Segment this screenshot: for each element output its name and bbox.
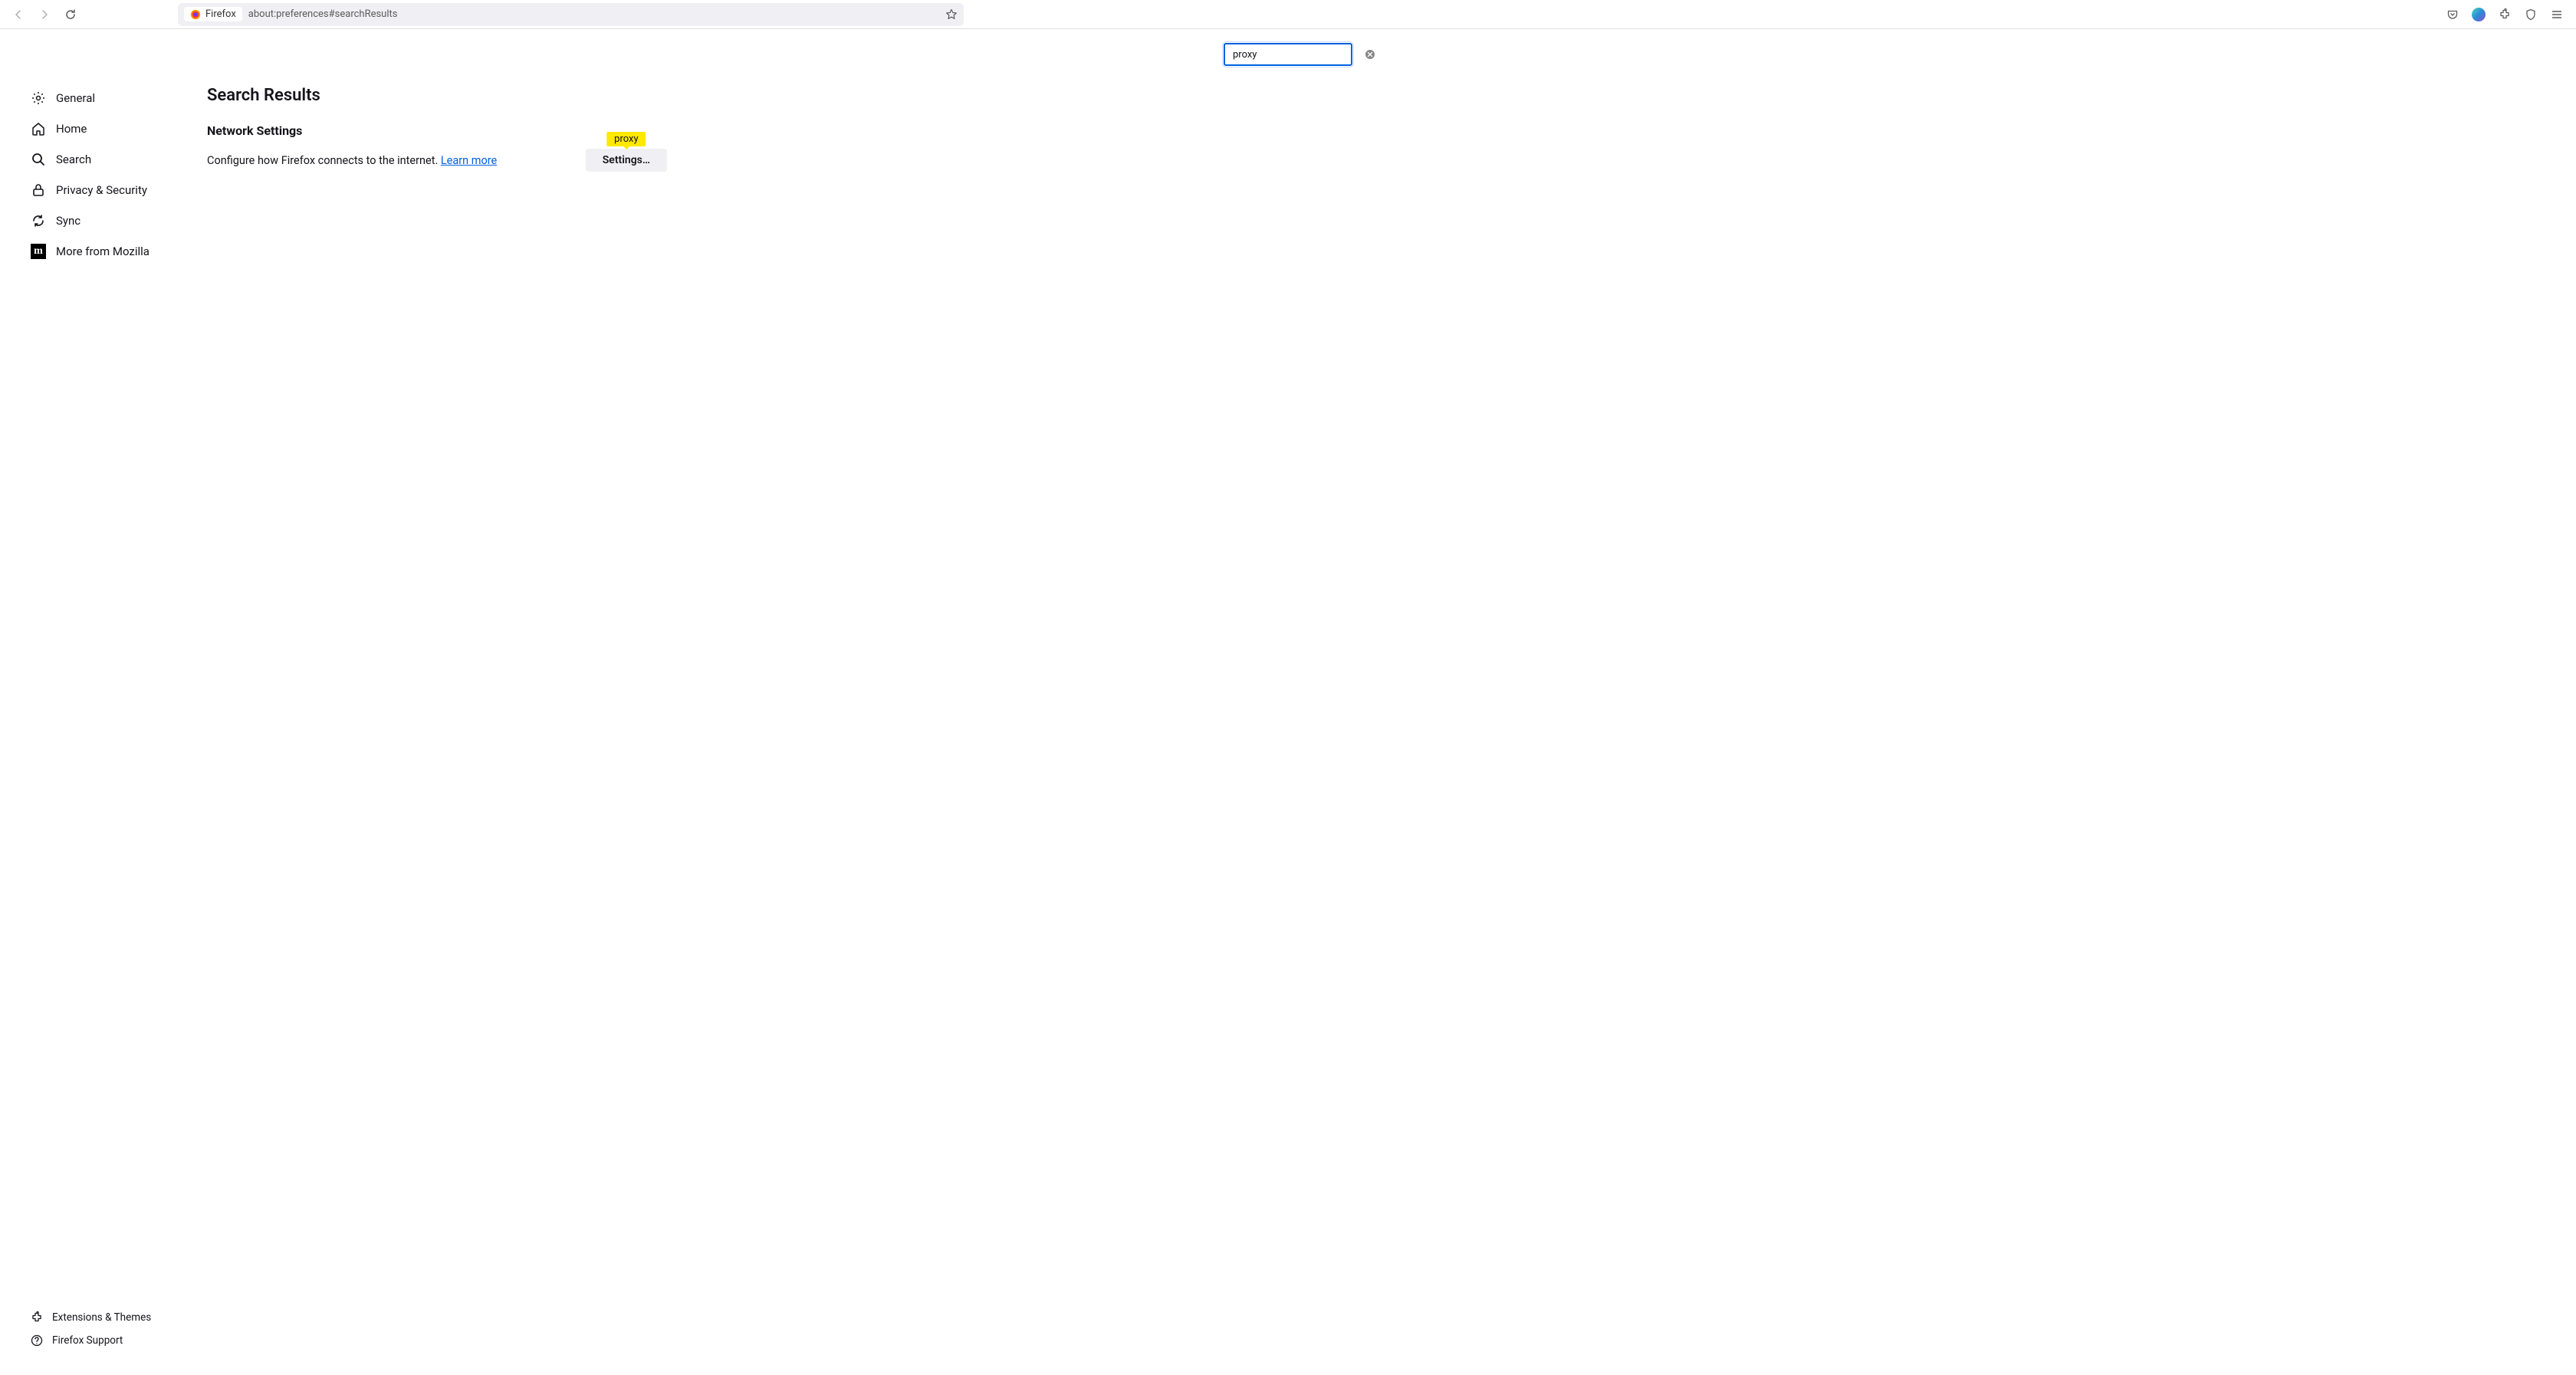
star-icon <box>945 8 958 21</box>
extensions-button[interactable] <box>2493 3 2516 26</box>
search-input[interactable] <box>1233 49 1360 61</box>
mozilla-icon: m <box>31 244 46 259</box>
puzzle-icon <box>31 1311 43 1324</box>
sidebar-item-home[interactable]: Home <box>0 113 176 144</box>
section-heading: Network Settings <box>207 123 667 138</box>
hamburger-icon <box>2551 8 2563 21</box>
browser-toolbar: Firefox about:preferences#searchResults <box>0 0 2576 29</box>
address-bar[interactable]: Firefox about:preferences#searchResults <box>178 3 964 26</box>
firefox-icon <box>190 9 201 20</box>
puzzle-icon <box>2499 8 2511 21</box>
sidebar-item-label: Privacy & Security <box>56 183 147 197</box>
network-description: Configure how Firefox connects to the in… <box>207 154 497 167</box>
sidebar-item-sync[interactable]: Sync <box>0 205 176 236</box>
back-button[interactable] <box>8 4 29 25</box>
shield-icon <box>2525 8 2537 21</box>
identity-label: Firefox <box>205 8 236 20</box>
lock-icon <box>31 182 46 198</box>
results-heading: Search Results <box>207 86 667 105</box>
url-text: about:preferences#searchResults <box>248 8 939 20</box>
sidebar-item-label: Firefox Support <box>52 1334 123 1347</box>
sidebar-item-extensions[interactable]: Extensions & Themes <box>0 1306 176 1329</box>
account-button[interactable] <box>2467 3 2490 26</box>
search-wrapper <box>31 43 2545 66</box>
description-text: Configure how Firefox connects to the in… <box>207 154 441 167</box>
sidebar-item-label: Home <box>56 122 87 136</box>
network-settings-row: Configure how Firefox connects to the in… <box>207 149 667 172</box>
sidebar-item-label: General <box>56 91 95 105</box>
main-content: Search Results Network Settings Configur… <box>176 29 2576 1375</box>
sidebar-item-support[interactable]: Firefox Support <box>0 1329 176 1352</box>
shield-button[interactable] <box>2519 3 2542 26</box>
learn-more-link[interactable]: Learn more <box>441 154 497 167</box>
sidebar-items: General Home Search Privac <box>0 83 176 1306</box>
reload-icon <box>64 8 77 21</box>
bookmark-button[interactable] <box>945 8 958 21</box>
sidebar-item-label: Extensions & Themes <box>52 1311 151 1324</box>
sidebar-item-label: Search <box>56 153 91 166</box>
question-icon <box>31 1334 43 1347</box>
search-icon <box>31 152 46 167</box>
reload-button[interactable] <box>60 4 81 25</box>
settings-button-wrapper: proxy Settings… <box>586 149 667 172</box>
sidebar: General Home Search Privac <box>0 29 176 1375</box>
results-section: Search Results Network Settings Configur… <box>207 86 667 172</box>
clear-search-button[interactable] <box>1365 49 1375 60</box>
sidebar-item-search[interactable]: Search <box>0 144 176 175</box>
forward-button[interactable] <box>34 4 55 25</box>
sidebar-bottom: Extensions & Themes Firefox Support <box>0 1306 176 1360</box>
sidebar-item-mozilla[interactable]: m More from Mozilla <box>0 236 176 267</box>
pocket-button[interactable] <box>2441 3 2464 26</box>
arrow-left-icon <box>12 8 25 21</box>
toolbar-right <box>2441 3 2568 26</box>
network-settings-button[interactable]: Settings… <box>586 149 667 172</box>
sidebar-item-privacy[interactable]: Privacy & Security <box>0 175 176 205</box>
home-icon <box>31 121 46 136</box>
search-highlight-tooltip: proxy <box>606 132 646 146</box>
content-wrapper: General Home Search Privac <box>0 29 2576 1375</box>
sidebar-item-label: Sync <box>56 214 80 228</box>
arrow-right-icon <box>38 8 51 21</box>
sidebar-item-general[interactable]: General <box>0 83 176 113</box>
avatar-icon <box>2472 8 2486 21</box>
app-menu-button[interactable] <box>2545 3 2568 26</box>
close-circle-icon <box>1365 49 1375 60</box>
pocket-icon <box>2446 8 2459 21</box>
site-identity[interactable]: Firefox <box>184 7 242 21</box>
search-box[interactable] <box>1224 43 1352 66</box>
sidebar-item-label: More from Mozilla <box>56 244 150 258</box>
gear-icon <box>31 90 46 106</box>
sync-icon <box>31 213 46 228</box>
